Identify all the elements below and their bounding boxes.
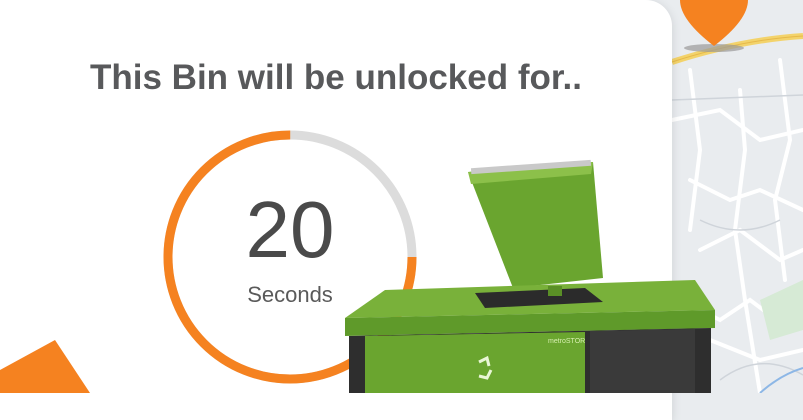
bin-brand-label: metroSTOR bbox=[548, 338, 586, 345]
map-pin-icon-partial bbox=[0, 340, 90, 393]
unlock-title: This Bin will be unlocked for.. bbox=[90, 58, 582, 97]
map-pin-icon[interactable] bbox=[674, 0, 758, 60]
smart-bin-image bbox=[345, 159, 715, 393]
